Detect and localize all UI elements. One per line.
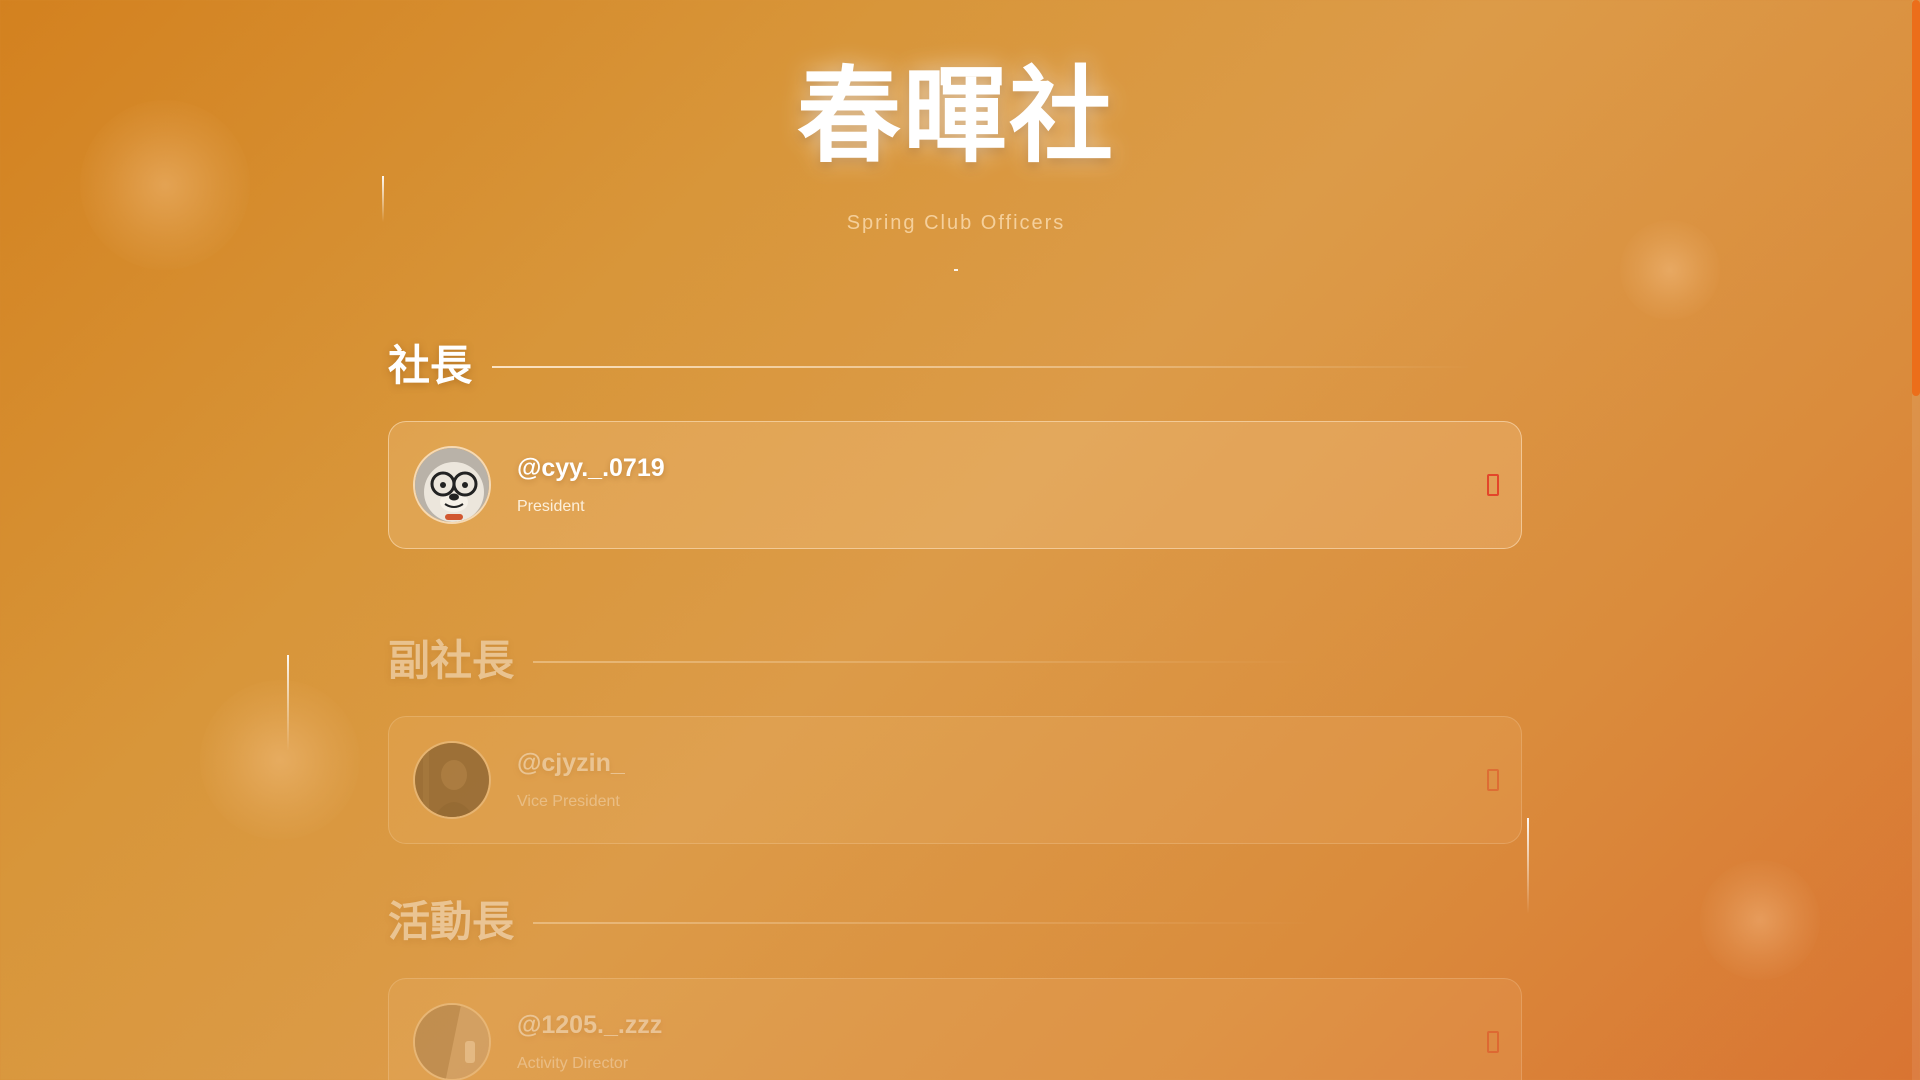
page-subtitle: Spring Club Officers	[846, 212, 1066, 234]
officer-handle[interactable]: @1205._.zzz	[517, 1011, 662, 1040]
sparkle-line	[1527, 818, 1529, 914]
officer-card-activity-director[interactable]: @1205._.zzz Activity Director	[388, 978, 1522, 1080]
officer-card-president[interactable]: @cyy._.0719 President	[388, 421, 1522, 549]
background-glow	[200, 680, 360, 840]
sparkle-line	[287, 655, 289, 751]
instagram-icon[interactable]	[1487, 474, 1499, 496]
officer-card-vice-president[interactable]: @cjyzin_ Vice President	[388, 716, 1522, 844]
instagram-icon[interactable]	[1487, 1031, 1499, 1053]
officer-handle[interactable]: @cjyzin_	[517, 749, 625, 778]
page-title: 春暉社	[796, 55, 1115, 177]
officer-role: Activity Director	[517, 1055, 629, 1072]
section-heading-activity-director: 活動長	[388, 897, 515, 946]
officer-handle[interactable]: @cyy._.0719	[517, 454, 665, 483]
scrollbar-thumb[interactable]	[1912, 0, 1920, 396]
instagram-icon[interactable]	[1487, 769, 1499, 791]
section-divider	[492, 366, 1472, 368]
avatar	[413, 446, 491, 524]
section-divider	[533, 661, 1313, 663]
section-divider	[533, 922, 1313, 924]
section-heading-president: 社長	[388, 341, 473, 390]
background-glow	[1620, 220, 1720, 320]
officer-role: President	[517, 498, 585, 515]
title-divider-dot	[954, 269, 958, 271]
avatar	[413, 741, 491, 819]
background-glow	[1700, 860, 1820, 980]
avatar	[413, 1003, 491, 1080]
officer-role: Vice President	[517, 793, 620, 810]
section-heading-vice-president: 副社長	[388, 636, 515, 685]
